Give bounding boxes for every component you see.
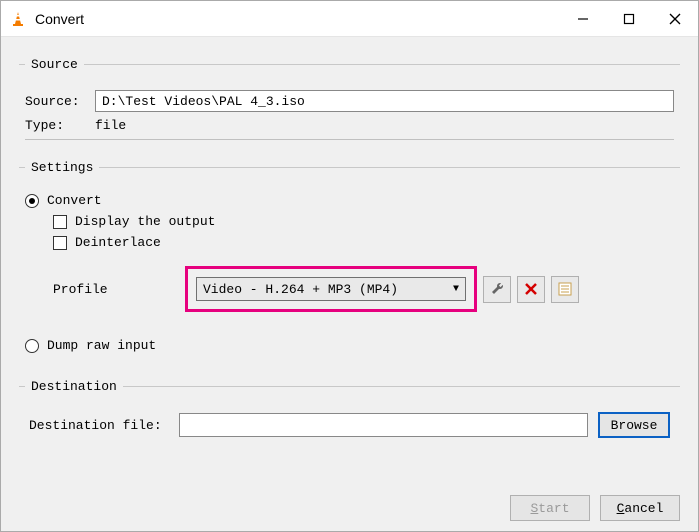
deinterlace-label: Deinterlace <box>75 235 161 250</box>
destination-file-label: Destination file: <box>29 418 179 433</box>
deinterlace-checkbox[interactable] <box>53 236 67 250</box>
browse-button[interactable]: Browse <box>598 412 670 438</box>
window-title: Convert <box>35 11 560 27</box>
convert-radio-label: Convert <box>47 193 102 208</box>
profile-label: Profile <box>25 282 185 297</box>
browse-label: Browse <box>611 418 658 433</box>
settings-legend: Settings <box>25 160 99 175</box>
source-input[interactable] <box>95 90 674 112</box>
cancel-button[interactable]: CCancelancel <box>600 495 680 521</box>
minimize-button[interactable] <box>560 1 606 37</box>
profile-value: Video - H.264 + MP3 (MP4) <box>203 282 398 297</box>
display-output-checkbox[interactable] <box>53 215 67 229</box>
close-button[interactable] <box>652 1 698 37</box>
settings-group: Settings Convert Display the output Dein… <box>19 160 680 367</box>
cancel-label: CCancelancel <box>617 501 664 516</box>
titlebar: Convert <box>1 1 698 37</box>
convert-radio-row[interactable]: Convert <box>25 193 674 208</box>
new-profile-button[interactable] <box>551 276 579 303</box>
source-label: Source: <box>25 94 95 109</box>
convert-radio[interactable] <box>25 194 39 208</box>
destination-group: Destination Destination file: Browse <box>19 379 680 452</box>
deinterlace-row[interactable]: Deinterlace <box>25 235 674 250</box>
source-legend: Source <box>25 57 84 72</box>
delete-profile-button[interactable] <box>517 276 545 303</box>
destination-file-input[interactable] <box>179 413 588 437</box>
source-group: Source Source: Type: file <box>19 57 680 148</box>
display-output-row[interactable]: Display the output <box>25 214 674 229</box>
delete-icon <box>524 282 538 296</box>
start-button[interactable]: SStarttart <box>510 495 590 521</box>
dump-raw-radio[interactable] <box>25 339 39 353</box>
type-value: file <box>95 118 126 133</box>
profile-highlight: Video - H.264 + MP3 (MP4) ▼ <box>185 266 477 312</box>
profile-combobox[interactable]: Video - H.264 + MP3 (MP4) ▼ <box>196 277 466 301</box>
convert-dialog: Convert Source Source: Type: file <box>0 0 699 532</box>
display-output-label: Display the output <box>75 214 215 229</box>
chevron-down-icon: ▼ <box>453 284 459 295</box>
start-label: SStarttart <box>530 501 569 516</box>
dump-raw-row[interactable]: Dump raw input <box>25 338 674 353</box>
dump-raw-label: Dump raw input <box>47 338 156 353</box>
destination-legend: Destination <box>25 379 123 394</box>
wrench-icon <box>489 281 505 297</box>
vlc-cone-icon <box>9 10 27 28</box>
new-profile-icon <box>557 281 573 297</box>
maximize-button[interactable] <box>606 1 652 37</box>
type-label: Type: <box>25 118 95 133</box>
edit-profile-button[interactable] <box>483 276 511 303</box>
